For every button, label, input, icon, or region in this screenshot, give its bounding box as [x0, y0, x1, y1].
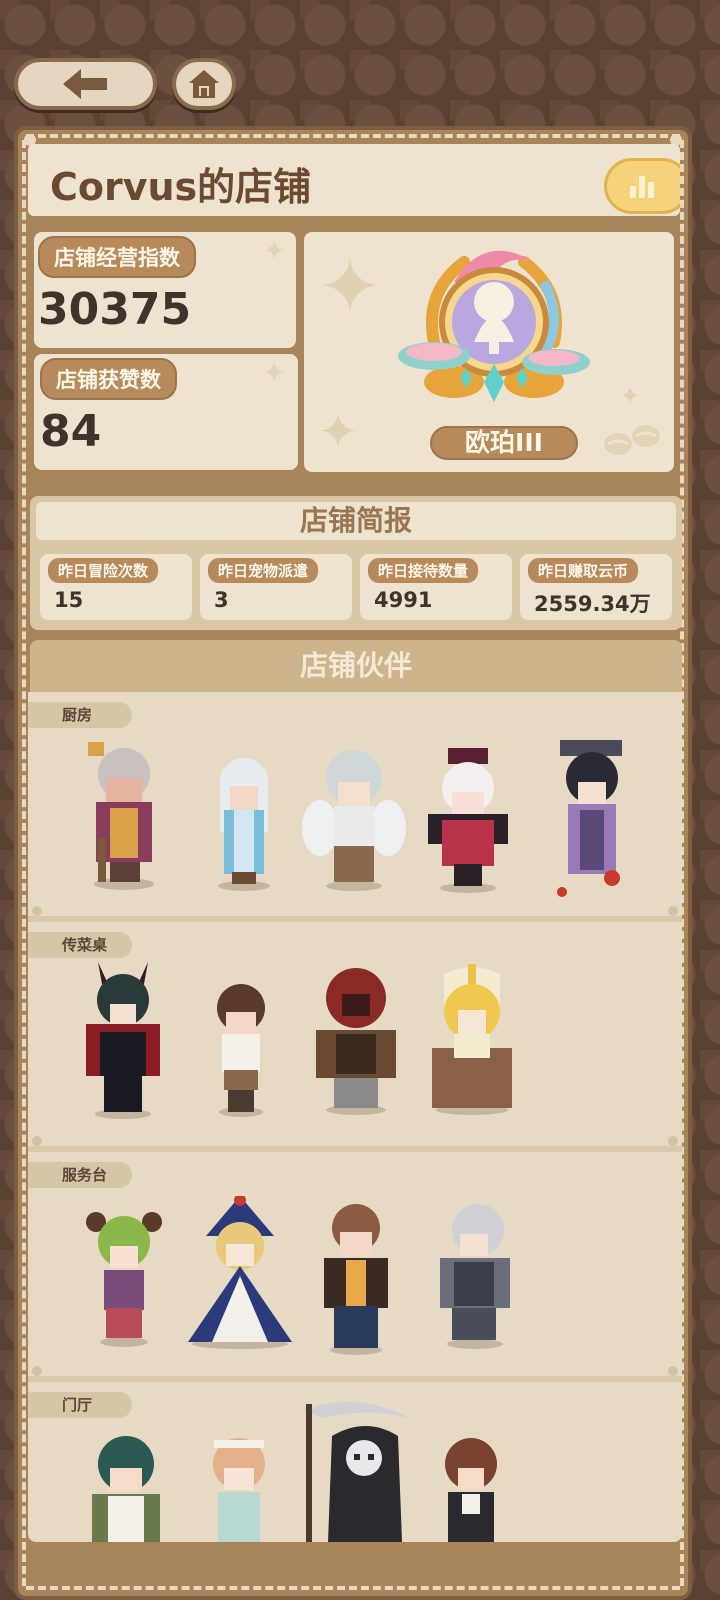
report-item-reception: 昨日接待数量 4991 [360, 554, 512, 620]
character-white-hair-kimono-girl[interactable] [204, 752, 284, 896]
decor-dot [668, 1136, 678, 1146]
character-blonde-priestess[interactable] [424, 964, 520, 1120]
character-teal-hair-girl[interactable] [78, 1428, 174, 1542]
frame-border-bottom [26, 1586, 680, 1590]
likes-label: 店铺获赞数 [40, 358, 177, 400]
likes-card: 店铺获赞数 84 ✦ [34, 354, 298, 470]
section-label: 传菜桌 [28, 932, 132, 958]
likes-value: 84 [40, 406, 102, 457]
report-item-value: 4991 [374, 588, 433, 612]
rank-badge-name: 欧珀III [430, 426, 578, 460]
character-brown-jacket-man[interactable] [318, 1200, 394, 1360]
business-index-card: 店铺经营指数 30375 ✦ [34, 232, 296, 348]
report-item-label: 昨日接待数量 [368, 558, 479, 583]
frame-border-left [22, 140, 26, 1586]
character-chef-old-woman[interactable] [84, 738, 164, 896]
section-serving-table: 传菜桌 [28, 922, 682, 1152]
frame-border-top [26, 134, 680, 138]
report-item-value: 2559.34万 [534, 592, 651, 616]
character-grim-reaper[interactable] [292, 1396, 416, 1542]
character-blue-hood-mage[interactable] [178, 1194, 302, 1354]
shop-report-panel: 店铺简报 昨日冒险次数 15 昨日宠物派遣 3 昨日接待数量 4991 昨日赚取… [30, 496, 682, 630]
character-dark-crowned-lady[interactable] [552, 740, 632, 906]
decor-dot [32, 906, 42, 916]
report-item-label: 昨日冒险次数 [48, 558, 159, 583]
arrow-left-icon [62, 69, 107, 99]
report-item-label: 昨日赚取云币 [528, 558, 639, 583]
sparkle-icon: ✦ [619, 382, 640, 410]
report-item-adventures: 昨日冒险次数 15 [40, 554, 192, 620]
back-button[interactable] [14, 58, 157, 110]
sparkle-icon: ✦ [318, 242, 382, 331]
character-pink-hair-girl[interactable] [204, 1432, 274, 1542]
partners-header: 店铺伙伴 [30, 640, 682, 692]
sparkle-icon: ✦ [262, 356, 286, 389]
ranking-button[interactable] [604, 158, 680, 214]
report-title: 店铺简报 [36, 502, 676, 540]
shop-title: Corvus的店铺 [50, 165, 312, 209]
report-item-pet-dispatch: 昨日宠物派遣 3 [200, 554, 352, 620]
decor-dot [32, 1136, 42, 1146]
sparkle-icon: ✦ [262, 234, 286, 267]
section-label: 服务台 [28, 1162, 132, 1188]
coffee-beans-icon [604, 425, 660, 455]
decor-dot [668, 1366, 678, 1376]
bar-chart-icon [630, 176, 654, 198]
section-kitchen: 厨房 [28, 692, 682, 922]
character-brown-hair-boy[interactable] [208, 982, 274, 1122]
report-item-label: 昨日宠物派遣 [208, 558, 319, 583]
character-horned-red-girl[interactable] [418, 748, 518, 898]
section-service-desk: 服务台 [28, 1152, 682, 1382]
report-item-coins: 昨日赚取云币 2559.34万 [520, 554, 672, 620]
report-item-value: 15 [54, 588, 84, 612]
character-silver-armored-knight[interactable] [430, 1200, 520, 1354]
partners-list[interactable]: 厨房 传菜桌 服务台 门厅 [28, 692, 682, 1542]
character-red-demon-warrior[interactable] [308, 958, 404, 1120]
section-lobby: 门厅 [28, 1382, 682, 1542]
home-icon [189, 70, 219, 98]
decor-dot [668, 906, 678, 916]
report-item-value: 3 [214, 588, 229, 612]
character-green-hair-girl[interactable] [84, 1208, 164, 1352]
business-index-value: 30375 [38, 284, 192, 335]
rank-badge-card[interactable]: ✦ ✦ ✦ 欧珀III [304, 232, 674, 472]
sparkle-icon: ✦ [318, 404, 359, 460]
tree-emblem-icon [398, 250, 590, 402]
character-red-armored-demon[interactable] [80, 962, 166, 1124]
section-label: 门厅 [28, 1392, 132, 1418]
home-button[interactable] [172, 58, 236, 110]
decor-dot [32, 1366, 42, 1376]
character-brown-hair-lady[interactable] [440, 1434, 502, 1542]
section-label: 厨房 [28, 702, 132, 728]
shop-title-bar: Corvus的店铺 [28, 144, 680, 216]
business-index-label: 店铺经营指数 [38, 236, 196, 278]
character-winged-elf[interactable] [302, 746, 406, 896]
